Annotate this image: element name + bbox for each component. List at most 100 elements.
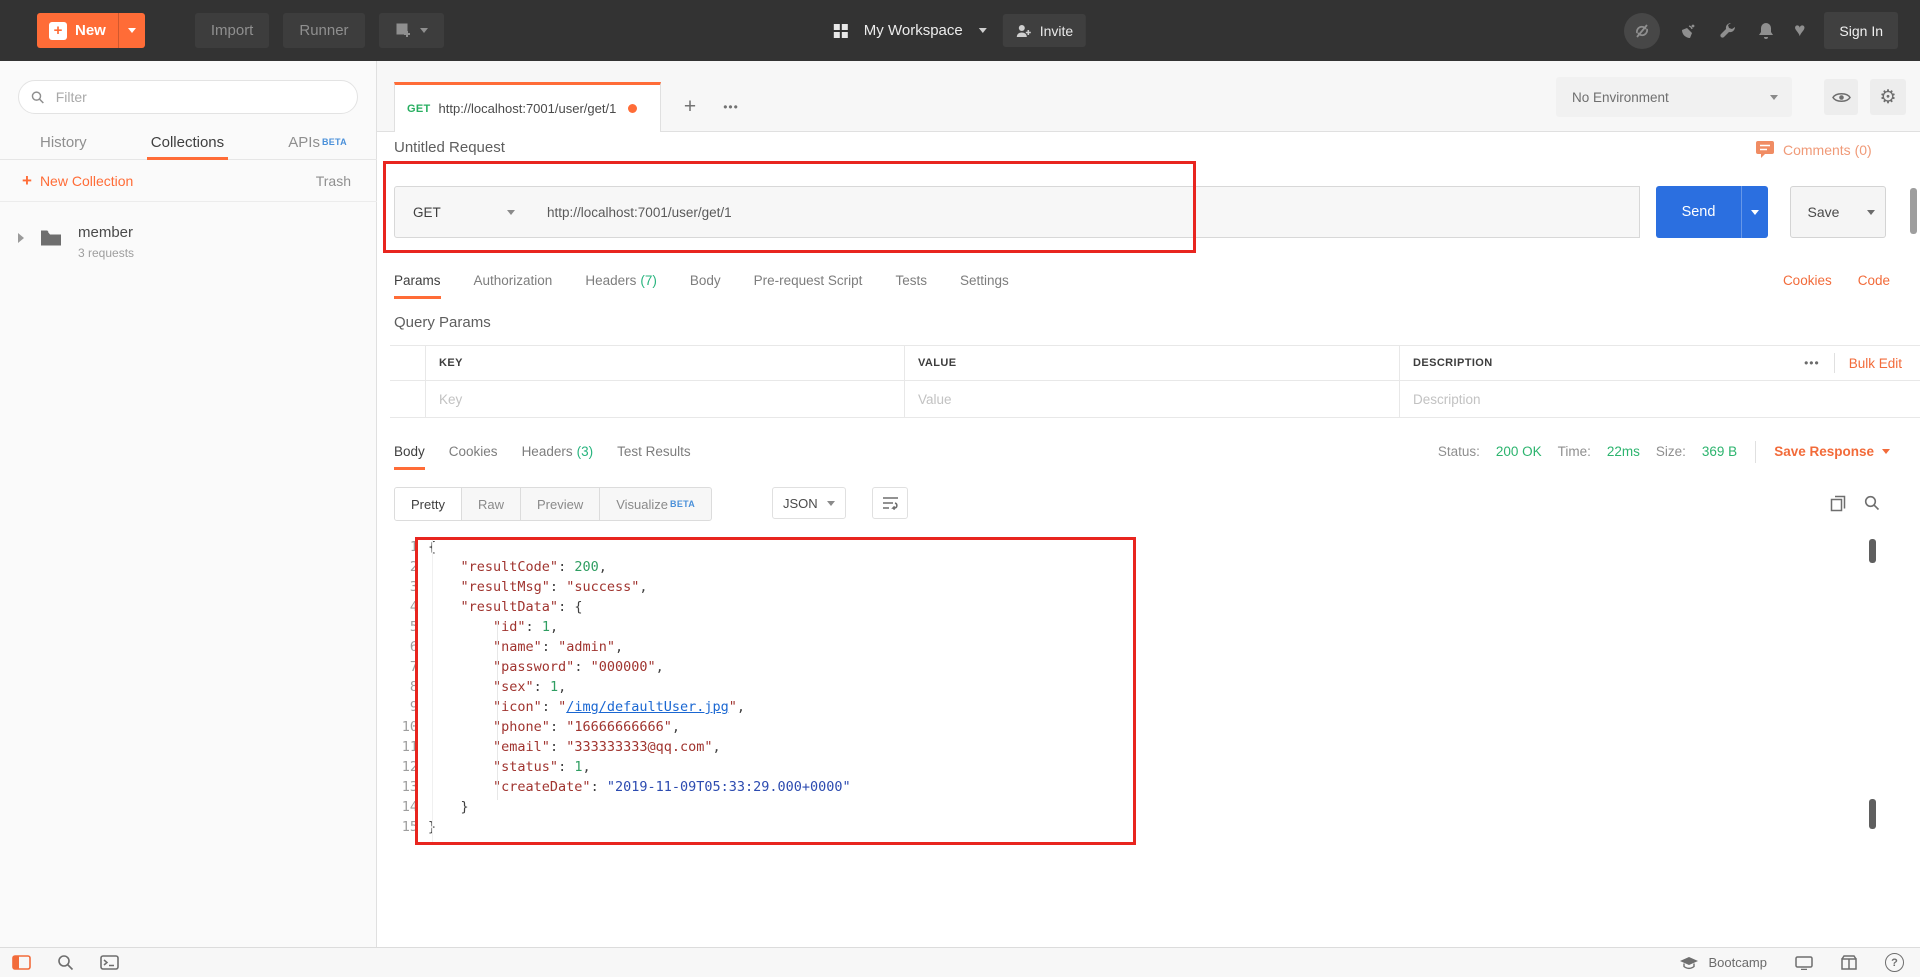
line-number: 8 [409, 679, 418, 695]
environment-settings-button[interactable]: ⚙ [1870, 79, 1906, 115]
comments-button[interactable]: Comments (0) [1755, 140, 1872, 159]
tab-params[interactable]: Params [394, 262, 441, 299]
tab-authorization[interactable]: Authorization [474, 262, 553, 299]
new-collection-button[interactable]: + New Collection [22, 171, 133, 191]
params-menu-icon[interactable]: ••• [1804, 356, 1820, 370]
comment-icon [1756, 141, 1774, 158]
build-browse-button[interactable] [1841, 955, 1857, 970]
code-text: "email": "333333333@qq.com", [493, 739, 721, 755]
workspace-switcher[interactable]: My Workspace Invite [833, 0, 1087, 61]
bootcamp-button[interactable]: Bootcamp [1679, 955, 1767, 970]
tab-settings[interactable]: Settings [960, 262, 1009, 299]
top-bar: + New Import Runner My Workspace Invite … [0, 0, 1920, 61]
help-button[interactable]: ? [1885, 953, 1904, 972]
code-line: 3 "resultMsg": "success", [390, 577, 1880, 597]
chevron-down-icon [1770, 94, 1778, 100]
favorites-button[interactable]: ♥ [1794, 20, 1805, 42]
tab-tests[interactable]: Tests [895, 262, 927, 299]
send-button[interactable]: Send [1656, 186, 1741, 238]
find-button[interactable] [57, 954, 74, 971]
copy-response-button[interactable] [1824, 489, 1852, 517]
new-button-main[interactable]: + New [37, 13, 118, 48]
tab-collections[interactable]: Collections [146, 125, 229, 160]
invite-button[interactable]: Invite [1002, 14, 1087, 47]
search-response-button[interactable] [1858, 489, 1886, 517]
bulk-edit-link[interactable]: Bulk Edit [1849, 356, 1902, 371]
response-body-viewer[interactable]: 1{2 "resultCode": 200,3 "resultMsg": "su… [390, 537, 1880, 837]
console-button[interactable] [100, 955, 119, 970]
json-link[interactable]: /img/defaultUser.jpg [566, 699, 729, 715]
new-button[interactable]: + New [37, 13, 145, 48]
url-input[interactable] [531, 187, 1639, 237]
cookies-link[interactable]: Cookies [1783, 273, 1832, 288]
code-link[interactable]: Code [1858, 273, 1890, 288]
params-description-header: DESCRIPTION ••• Bulk Edit [1400, 346, 1920, 380]
toggle-sidebar-button[interactable] [12, 955, 31, 970]
tab-headers[interactable]: Headers (7) [585, 262, 657, 299]
notifications-button[interactable] [1757, 21, 1775, 41]
tab-apis[interactable]: APIs BETA [288, 125, 347, 160]
shortcuts-button[interactable] [1795, 955, 1813, 970]
environment-quick-look-button[interactable] [1824, 79, 1858, 115]
request-tab-active[interactable]: GET http://localhost:7001/user/get/1 [394, 82, 661, 132]
new-button-label: New [75, 22, 106, 39]
params-description-label: DESCRIPTION [1413, 357, 1493, 369]
response-tab-test-results[interactable]: Test Results [617, 433, 691, 470]
sync-off-button[interactable] [1624, 12, 1661, 49]
chevron-down-icon [978, 28, 987, 33]
environment-value: No Environment [1572, 89, 1669, 105]
code-line: 5 "id": 1, [390, 617, 1880, 637]
trash-button[interactable]: Trash [316, 173, 351, 189]
response-tab-body[interactable]: Body [394, 433, 425, 470]
indent-guide [497, 620, 498, 800]
save-label: Save [1807, 204, 1840, 220]
response-format-selector[interactable]: JSON [772, 487, 846, 519]
help-icon: ? [1885, 953, 1904, 972]
tab-history[interactable]: History [40, 125, 87, 160]
response-tab-headers[interactable]: Headers (3) [522, 433, 594, 470]
runner-button[interactable]: Runner [283, 13, 365, 48]
status-bar-left [12, 948, 119, 977]
code-text: } [428, 799, 469, 815]
open-new-tab-button[interactable]: + [674, 92, 706, 122]
filter-input[interactable] [53, 88, 345, 106]
code-text: "name": "admin", [493, 639, 624, 655]
chevron-down-icon [419, 28, 428, 33]
editor-scrollbar-thumb[interactable] [1869, 799, 1876, 829]
chevron-right-icon[interactable] [18, 233, 24, 243]
settings-button[interactable] [1718, 21, 1738, 41]
wrap-lines-button[interactable] [872, 487, 908, 519]
code-line: 10 "phone": "16666666666", [390, 717, 1880, 737]
response-tab-cookies[interactable]: Cookies [449, 433, 498, 470]
save-options-caret[interactable] [1856, 186, 1886, 238]
view-visualize[interactable]: Visualize BETA [600, 488, 711, 520]
editor-scrollbar-thumb[interactable] [1869, 539, 1876, 563]
sign-in-button[interactable]: Sign In [1824, 12, 1898, 49]
param-value-input[interactable]: Value [905, 381, 1400, 417]
environment-selector[interactable]: No Environment [1556, 77, 1792, 117]
gear-icon: ⚙ [1879, 86, 1897, 108]
send-options-caret[interactable] [1741, 186, 1768, 238]
save-button[interactable]: Save [1790, 186, 1857, 238]
params-row-handle[interactable] [390, 381, 426, 417]
new-window-icon [396, 23, 410, 37]
save-response-button[interactable]: Save Response [1774, 444, 1890, 459]
tab-body[interactable]: Body [690, 262, 721, 299]
status-button[interactable] [1679, 21, 1699, 41]
collection-item-member[interactable]: member 3 requests [0, 213, 377, 269]
view-preview[interactable]: Preview [521, 488, 601, 520]
tab-pre-request-script[interactable]: Pre-request Script [754, 262, 863, 299]
new-window-button[interactable] [378, 13, 444, 48]
param-description-input[interactable]: Description [1400, 381, 1920, 417]
view-raw[interactable]: Raw [462, 488, 521, 520]
code-line: 1{ [390, 537, 1880, 557]
import-button[interactable]: Import [194, 13, 270, 48]
new-dropdown-caret[interactable] [117, 13, 145, 48]
filter-box[interactable] [18, 80, 358, 114]
window-scrollbar-thumb[interactable] [1910, 188, 1917, 234]
tab-options-button[interactable]: ••• [712, 92, 750, 122]
param-key-input[interactable]: Key [426, 381, 905, 417]
view-pretty[interactable]: Pretty [395, 488, 462, 520]
code-line: 2 "resultCode": 200, [390, 557, 1880, 577]
method-selector[interactable]: GET [394, 186, 532, 238]
